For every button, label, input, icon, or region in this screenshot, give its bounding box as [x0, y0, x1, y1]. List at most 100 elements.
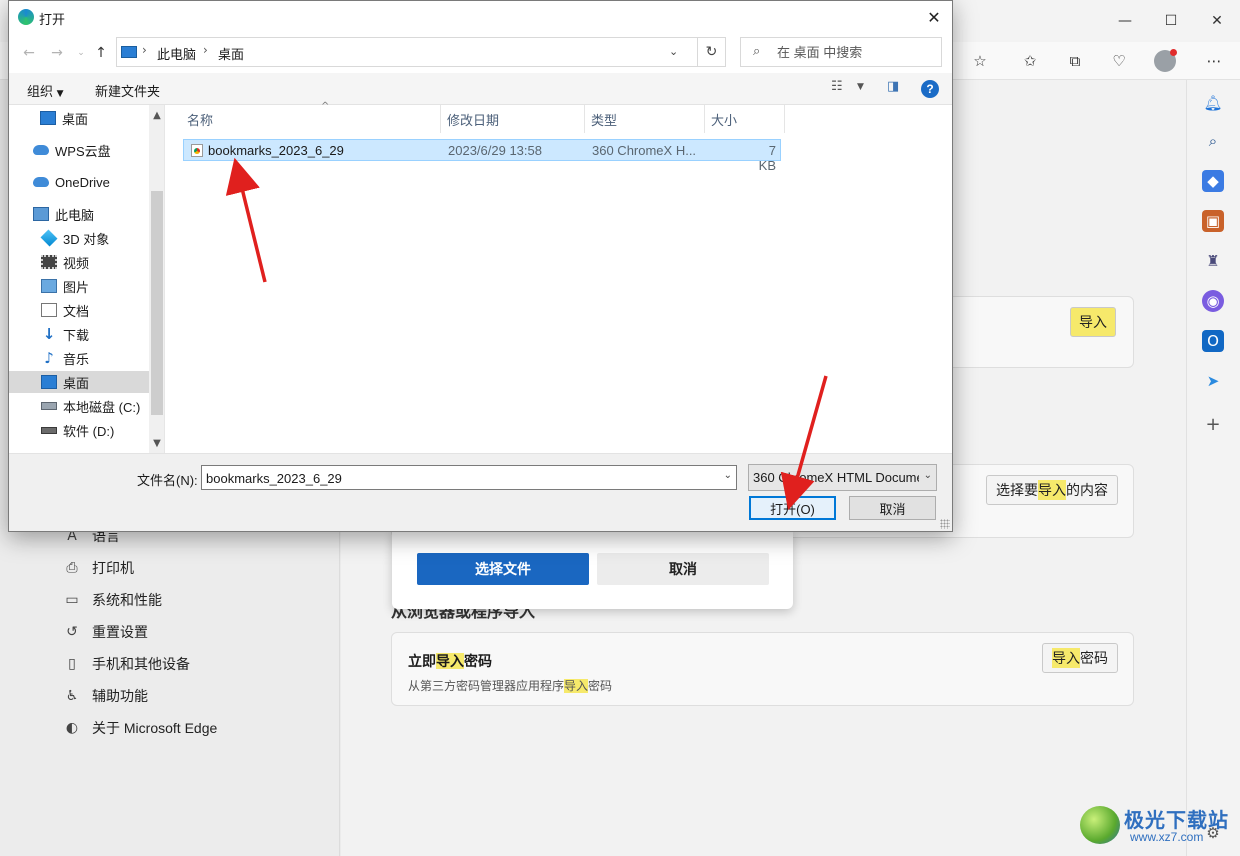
import-button[interactable]: 导入 — [1070, 307, 1116, 337]
btn-text: 选择要 — [996, 482, 1038, 498]
tools-icon[interactable]: ▣ — [1202, 210, 1224, 232]
filename-input[interactable] — [206, 469, 706, 487]
tree-item[interactable]: 桌面 — [9, 107, 149, 129]
favorites-icon[interactable]: ✩ — [1016, 48, 1044, 74]
search-input[interactable] — [777, 43, 937, 61]
forward-arrow-icon[interactable]: → — [47, 43, 67, 63]
tree-item[interactable]: 软件 (D:) — [9, 419, 149, 441]
address-row: ← → ⌄ ↑ › 此电脑 › 桌面 ⌄ ↻ ⌕ — [9, 33, 952, 73]
maximize-button[interactable]: ☐ — [1148, 6, 1194, 36]
add-favorite-icon[interactable]: ☆ — [966, 48, 994, 74]
tree-scrollbar[interactable]: ▲ ▼ — [149, 105, 164, 453]
minimize-button[interactable]: — — [1102, 6, 1148, 36]
filetype-select[interactable]: 360 ChromeX HTML Document ⌄ — [748, 464, 937, 491]
chevron-right-icon: › — [142, 43, 147, 57]
filename-label: 文件名(N): — [137, 473, 198, 488]
office-icon[interactable]: ◉ — [1202, 290, 1224, 312]
choose-file-button[interactable]: 选择文件 — [417, 553, 589, 585]
tree-label: 图片 — [63, 279, 90, 295]
bell-icon[interactable]: 🔔︎ — [1202, 92, 1224, 114]
nav-item-phone[interactable]: ▯ 手机和其他设备 — [62, 652, 190, 676]
edge-sidebar: 🔔︎ ⌕ ◆ ▣ ♜ ◉ O ➤ + ⚙ — [1186, 80, 1240, 856]
password-card-title: 立即导入密码 — [408, 651, 492, 671]
pc-icon — [33, 207, 49, 221]
scrollbar-thumb[interactable] — [151, 191, 163, 415]
add-icon[interactable]: + — [1202, 413, 1224, 435]
tree-item[interactable]: 本地磁盘 (C:) — [9, 395, 149, 417]
profile-avatar[interactable] — [1154, 49, 1177, 72]
caret-down-icon[interactable]: ▼ — [857, 82, 864, 92]
nav-item-about[interactable]: ◐ 关于 Microsoft Edge — [62, 716, 217, 740]
address-bar[interactable]: › 此电脑 › 桌面 ⌄ — [116, 37, 698, 67]
tree-item[interactable]: ♪ 音乐 — [9, 347, 149, 369]
breadcrumb-pc[interactable]: 此电脑 — [157, 44, 196, 63]
column-header-name[interactable]: 名称 ^ — [181, 101, 441, 133]
nav-item-system[interactable]: ▭ 系统和性能 — [62, 588, 162, 612]
column-label: 大小 — [711, 112, 738, 128]
nav-item-printer[interactable]: ⎙ 打印机 — [62, 556, 134, 580]
choose-import-button[interactable]: 选择要 导入 的内容 — [986, 475, 1118, 505]
recent-dropdown-icon[interactable]: ⌄ — [71, 43, 91, 63]
outlook-icon[interactable]: O — [1202, 330, 1224, 352]
nav-label: 系统和性能 — [92, 592, 162, 608]
chevron-down-icon[interactable]: ⌄ — [724, 470, 732, 481]
browser-essentials-icon[interactable]: ♡ — [1105, 48, 1133, 74]
tree-item[interactable]: 此电脑 — [9, 203, 149, 225]
scroll-down-icon[interactable]: ▼ — [149, 435, 164, 451]
up-arrow-icon[interactable]: ↑ — [91, 43, 111, 63]
games-icon[interactable]: ♜ — [1202, 250, 1224, 272]
nav-label: 重置设置 — [92, 624, 148, 640]
close-window-button[interactable]: ✕ — [1194, 6, 1240, 36]
cancel-button[interactable]: 取消 — [849, 496, 936, 520]
search-box[interactable]: ⌕ — [740, 37, 942, 67]
search-icon[interactable]: ⌕ — [1202, 130, 1224, 152]
new-folder-button[interactable]: 新建文件夹 — [95, 81, 160, 100]
file-row[interactable]: bookmarks_2023_6_29 2023/6/29 13:58 360 … — [183, 139, 781, 173]
filename-combobox[interactable]: ⌄ — [201, 465, 737, 490]
desktop-icon — [40, 111, 56, 125]
breadcrumb-desktop[interactable]: 桌面 — [218, 44, 244, 63]
open-button[interactable]: 打开(O) — [749, 496, 836, 520]
organize-menu[interactable]: 组织 ▼ — [27, 81, 64, 100]
tree-label: 软件 (D:) — [63, 423, 115, 439]
import-password-button[interactable]: 导入 密码 — [1042, 643, 1118, 673]
search-icon: ⌕ — [753, 44, 761, 59]
tree-item[interactable]: WPS云盘 — [9, 139, 149, 161]
title-text: 立即 — [408, 653, 436, 669]
back-arrow-icon[interactable]: ← — [19, 43, 39, 63]
title-text-highlight: 导入 — [436, 653, 464, 669]
nav-item-accessibility[interactable]: ♿︎ 辅助功能 — [62, 684, 148, 708]
help-icon[interactable]: ? — [921, 80, 939, 98]
modal-cancel-button[interactable]: 取消 — [597, 553, 769, 585]
command-bar: 组织 ▼ 新建文件夹 ☷ ▼ ◨ ? — [9, 73, 952, 105]
tree-item[interactable]: 文档 — [9, 299, 149, 321]
open-file-dialog: 打开 ✕ ← → ⌄ ↑ › 此电脑 › 桌面 ⌄ ↻ ⌕ 组织 ▼ 新建文件夹… — [8, 0, 953, 532]
tree-item[interactable]: 图片 — [9, 275, 149, 297]
preview-pane-icon[interactable]: ◨ — [887, 79, 899, 94]
file-size: 7 KB — [758, 143, 776, 173]
close-icon[interactable]: ✕ — [922, 5, 946, 29]
column-header-type[interactable]: 类型 — [585, 105, 705, 133]
chevron-down-icon[interactable]: ⌄ — [669, 45, 678, 58]
resize-grip[interactable] — [940, 519, 950, 529]
caret-down-icon: ▼ — [56, 89, 64, 99]
collections-icon[interactable]: ⧉ — [1061, 48, 1089, 74]
column-header-size[interactable]: 大小 — [705, 105, 785, 133]
tree-item[interactable]: 3D 对象 — [9, 227, 149, 249]
tree-item[interactable]: OneDrive — [9, 171, 149, 193]
notification-dot — [1170, 49, 1177, 56]
tree-item[interactable]: ↓ 下载 — [9, 323, 149, 345]
desc-text: 密码 — [588, 679, 613, 693]
tree-item-selected[interactable]: 桌面 — [9, 371, 149, 393]
nav-item-reset[interactable]: ↺ 重置设置 — [62, 620, 148, 644]
more-menu-icon[interactable]: ⋯ — [1200, 48, 1228, 74]
scroll-up-icon[interactable]: ▲ — [149, 107, 164, 123]
column-header-modified[interactable]: 修改日期 — [441, 105, 585, 133]
view-options-icon[interactable]: ☷ — [831, 79, 843, 94]
watermark-url: www.xz7.com — [1130, 830, 1204, 844]
shopping-tag-icon[interactable]: ◆ — [1202, 170, 1224, 192]
printer-icon: ⎙ — [66, 560, 78, 576]
tree-item[interactable]: 视频 — [9, 251, 149, 273]
refresh-icon[interactable]: ↻ — [698, 37, 726, 67]
send-icon[interactable]: ➤ — [1202, 370, 1224, 392]
